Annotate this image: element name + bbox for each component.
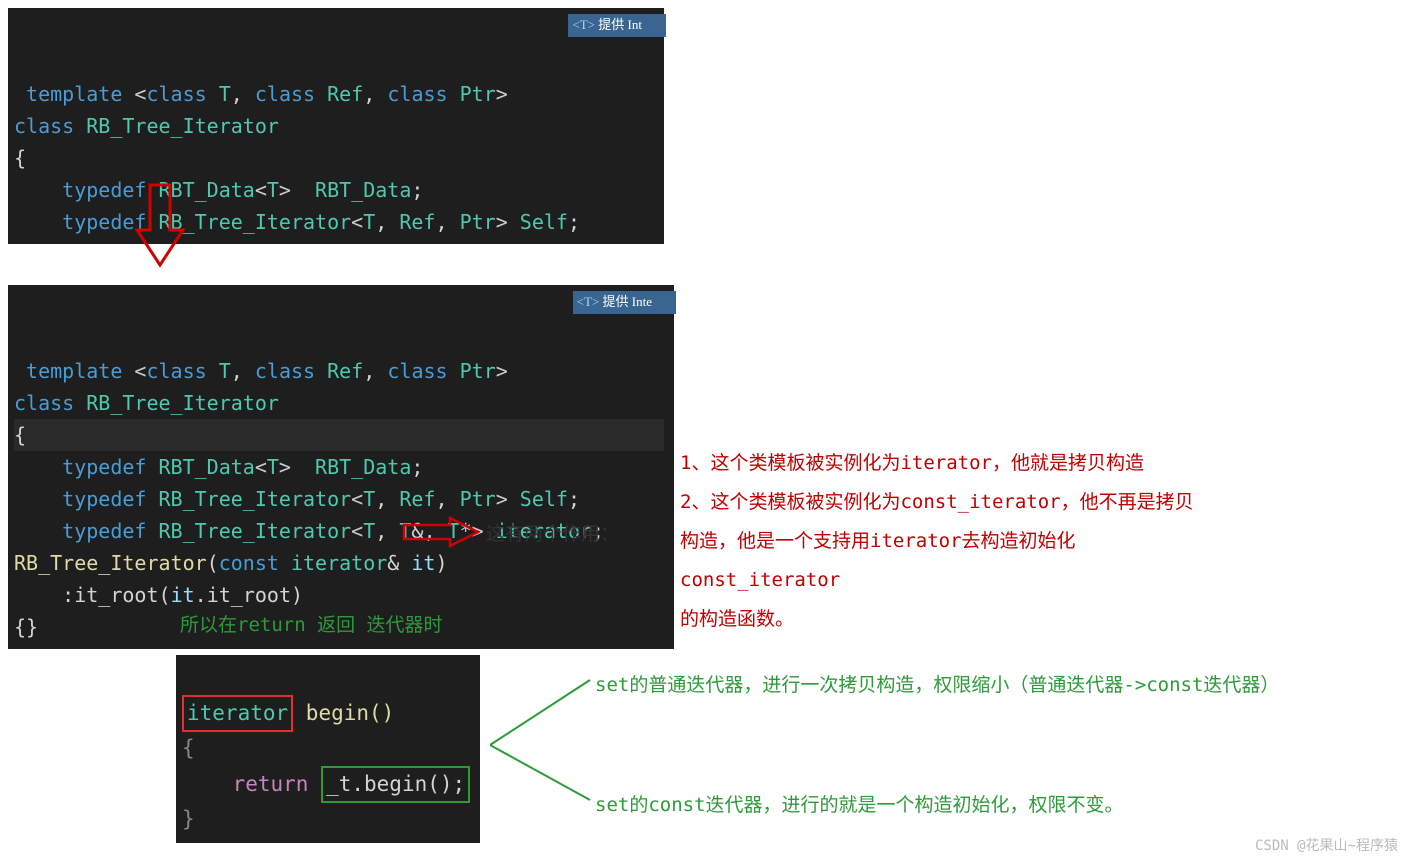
intellisense-hint: <T> 提供 Inte — [573, 291, 676, 314]
code-block-1: <T> 提供 Int template <class T, class Ref,… — [8, 8, 664, 244]
anno-red-line: 1、这个类模板被实例化为iterator，他就是拷贝构造 — [680, 444, 1200, 483]
intellisense-hint: <T> 提供 Int — [568, 14, 666, 37]
annotation-pointer: 这有两个作用： — [400, 515, 619, 549]
highlight-iterator: iterator — [182, 695, 293, 733]
annotation-red-block: 1、这个类模板被实例化为iterator，他就是拷贝构造 2、这个类模板被实例化… — [680, 444, 1200, 639]
anno-red-line: 构造，他是一个支持用iterator去构造初始化const_iterator — [680, 522, 1200, 600]
anno-red-line: 的构造函数。 — [680, 600, 1200, 639]
annotation-green-r2: set的const迭代器，进行的就是一个构造初始化，权限不变。 — [595, 790, 1124, 817]
red-arrow-right-icon — [400, 515, 480, 549]
annotation-green-r1: set的普通迭代器，进行一次拷贝构造，权限缩小（普通迭代器->const迭代器） — [595, 670, 1279, 697]
green-connector-icon — [490, 665, 600, 805]
anno-red-line: 2、这个类模板被实例化为const_iterator，他不再是拷贝 — [680, 483, 1200, 522]
annotation-green-top: 所以在return 返回 迭代器时 — [180, 610, 443, 637]
highlight-return: _t.begin(); — [321, 766, 470, 804]
annotation-label: 这有两个作用： — [486, 519, 619, 546]
watermark: CSDN @花果山~程序猿 — [1255, 835, 1398, 855]
code-block-2: <T> 提供 Inte template <class T, class Ref… — [8, 285, 674, 649]
red-arrow-down-icon — [135, 180, 185, 270]
code-block-3: iterator begin() { return _t.begin(); } — [176, 655, 480, 843]
